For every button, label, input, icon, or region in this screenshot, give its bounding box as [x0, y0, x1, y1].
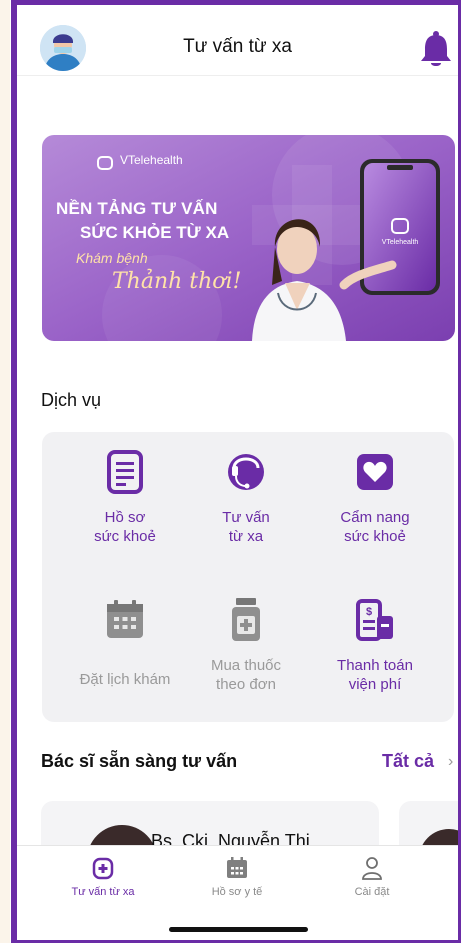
service-handbook[interactable]: Cẩm nang sức khoẻ: [315, 450, 435, 546]
home-indicator: [169, 927, 308, 932]
calendar-icon: [225, 856, 249, 880]
document-icon: [105, 450, 145, 494]
banner-headline-1: NỀN TẢNG TƯ VẤN: [56, 199, 218, 218]
service-booking[interactable]: Đặt lịch khám: [65, 598, 185, 689]
service-medicine[interactable]: Mua thuốc theo đơn: [186, 598, 306, 694]
doctors-title: Bác sĩ sẵn sàng tư vấn: [41, 751, 238, 771]
medicine-icon: [226, 598, 266, 642]
user-icon: [360, 856, 384, 880]
service-label: Cẩm nang sức khoẻ: [340, 509, 410, 545]
headset-icon: [226, 450, 266, 494]
banner-tagline-2: Thảnh thơi!: [112, 269, 242, 294]
service-label: Đặt lịch khám: [79, 671, 171, 688]
bell-icon[interactable]: [419, 30, 453, 68]
service-telehealth[interactable]: Tư vấn từ xa: [186, 450, 306, 546]
tab-label: Cài đặt: [354, 886, 390, 898]
bottom-tab-bar: Tư vấn từ xa Hồ sơ y tế Cài đặt: [17, 845, 458, 940]
tab-medical-record[interactable]: Hồ sơ y tế: [172, 856, 302, 898]
tab-telehealth[interactable]: Tư vấn từ xa: [38, 856, 168, 898]
service-label: Hồ sơ sức khoẻ: [94, 509, 156, 545]
top-bar: Tư vấn từ xa: [17, 5, 458, 76]
chevron-right-icon[interactable]: ›: [448, 753, 453, 771]
service-label: Mua thuốc theo đơn: [210, 657, 282, 693]
tab-label: Tư vấn từ xa: [71, 886, 135, 898]
service-payment[interactable]: $ Thanh toán viện phí: [315, 598, 435, 694]
tab-settings[interactable]: Cài đặt: [307, 856, 437, 898]
svg-text:$: $: [366, 606, 372, 618]
bill-icon: $: [355, 598, 395, 642]
service-label: Thanh toán viện phí: [337, 657, 413, 693]
services-panel: Hồ sơ sức khoẻ Tư vấn từ xa Cẩm nang sức…: [42, 432, 454, 722]
service-health-record[interactable]: Hồ sơ sức khoẻ: [65, 450, 185, 546]
banner-brand: VTelehealth: [120, 153, 183, 167]
promo-banner[interactable]: VTelehealth NỀN TẢNG TƯ VẤN SỨC KHỎE TỪ …: [42, 135, 455, 341]
service-label: Tư vấn từ xa: [222, 509, 270, 545]
app-screen: Tư vấn từ xa VTelehealth NỀN TẢNG TƯ VẤN…: [17, 5, 458, 940]
services-title: Dịch vụ: [41, 390, 102, 410]
phone-brand: VTelehealth: [381, 239, 419, 246]
outer-margin: [0, 0, 10, 943]
calendar-icon: [105, 598, 145, 642]
heart-icon: [355, 450, 395, 494]
see-all-link[interactable]: Tất cả: [382, 751, 434, 772]
consult-icon: [91, 856, 115, 880]
page-title: Tư vấn từ xa: [183, 36, 292, 57]
tab-label: Hồ sơ y tế: [211, 886, 263, 898]
banner-headline-2: SỨC KHỎE TỪ XA: [80, 223, 230, 242]
banner-tagline-1: Khám bệnh: [76, 250, 148, 266]
